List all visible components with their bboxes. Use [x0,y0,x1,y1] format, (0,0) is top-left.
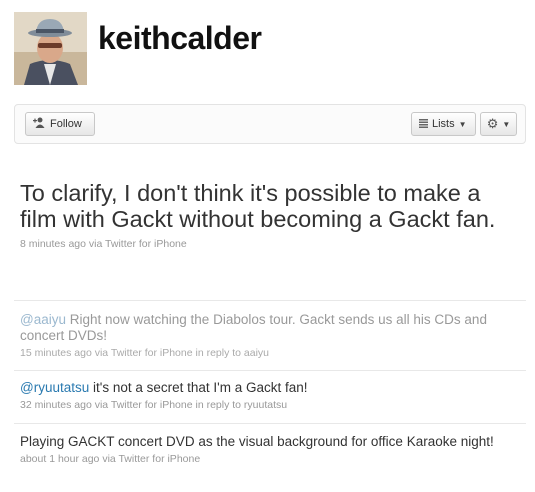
list-icon [419,117,428,131]
action-bar: Follow Lists ▼ ⚙ ▼ [14,104,526,144]
username[interactable]: keithcalder [98,20,262,57]
add-user-icon [33,117,46,131]
tweet-mention-link[interactable]: @aaiyu [20,312,66,327]
avatar[interactable] [14,12,87,85]
divider [14,423,526,424]
tweet-body: it's not a secret that I'm a Gackt fan! [89,380,308,395]
tweet-item[interactable]: @aaiyu Right now watching the Diabolos t… [20,312,510,359]
tweet-text: @aaiyu Right now watching the Diabolos t… [20,312,510,344]
divider [14,370,526,371]
profile-header: keithcalder [14,12,524,86]
tweet-item[interactable]: Playing GACKT concert DVD as the visual … [20,434,510,465]
tweet-mention-link[interactable]: @ryuutatsu [20,380,89,395]
lists-button[interactable]: Lists ▼ [411,112,476,136]
gear-icon: ⚙ [486,116,499,131]
tweet-text: Playing GACKT concert DVD as the visual … [20,434,510,450]
tweet-meta[interactable]: about 1 hour ago via Twitter for iPhone [20,453,510,465]
tweet-body: Right now watching the Diabolos tour. Ga… [20,312,487,343]
tweet-item[interactable]: @ryuutatsu it's not a secret that I'm a … [20,380,510,411]
tweet-meta[interactable]: 32 minutes ago via Twitter for iPhone in… [20,399,510,411]
chevron-down-icon: ▼ [502,119,511,129]
main-tweet: To clarify, I don't think it's possible … [20,180,500,250]
tweet-text: @ryuutatsu it's not a secret that I'm a … [20,380,510,396]
follow-label: Follow [50,118,82,130]
avatar-image [14,12,87,85]
tweet-meta[interactable]: 15 minutes ago via Twitter for iPhone in… [20,347,510,359]
chevron-down-icon: ▼ [458,119,467,129]
main-tweet-meta[interactable]: 8 minutes ago via Twitter for iPhone [20,238,500,250]
main-tweet-text: To clarify, I don't think it's possible … [20,180,496,232]
settings-button[interactable]: ⚙ ▼ [480,112,517,136]
lists-label: Lists [432,118,455,130]
tweet-body: Playing GACKT concert DVD as the visual … [20,434,494,449]
follow-button[interactable]: Follow [25,112,95,136]
divider [14,300,526,301]
